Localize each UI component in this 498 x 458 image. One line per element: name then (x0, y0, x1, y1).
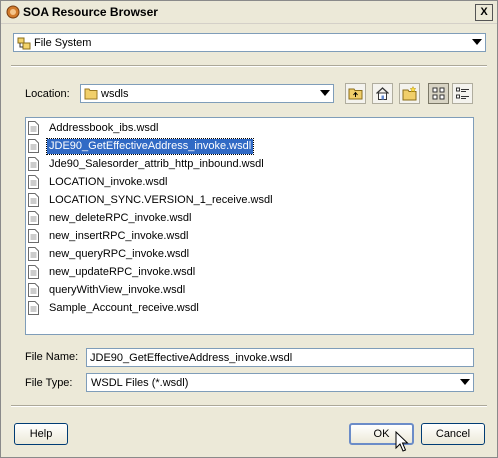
cancel-button[interactable]: Cancel (421, 423, 485, 445)
list-view-button[interactable] (428, 83, 449, 104)
file-name-text: new_queryRPC_invoke.wsdl (49, 248, 190, 260)
details-view-button[interactable] (452, 83, 473, 104)
folder-icon (84, 88, 98, 100)
home-button[interactable] (372, 83, 393, 104)
up-one-level-button[interactable] (345, 83, 366, 104)
file-name-value: JDE90_GetEffectiveAddress_invoke.wsdl (90, 352, 293, 364)
home-icon (376, 87, 389, 100)
file-list[interactable]: Addressbook_ibs.wsdl JDE90_GetEffectiveAd… (25, 117, 474, 335)
file-name-text: new_updateRPC_invoke.wsdl (49, 266, 196, 278)
separator (11, 405, 487, 407)
file-icon (28, 121, 39, 135)
file-icon (28, 247, 39, 261)
help-button[interactable]: Help (14, 423, 68, 445)
location-value: wsdls (101, 88, 129, 100)
file-icon (28, 283, 39, 297)
app-icon (6, 5, 20, 19)
file-name-text: Sample_Account_receive.wsdl (49, 302, 199, 314)
details-view-icon (456, 87, 469, 99)
mouse-cursor-icon (395, 431, 409, 452)
window-title: SOA Resource Browser (23, 5, 158, 19)
file-name-text: Addressbook_ibs.wsdl (49, 122, 159, 134)
file-icon (28, 157, 39, 171)
file-name-text: Jde90_Salesorder_attrib_http_inbound.wsd… (49, 158, 264, 170)
file-name-text: new_insertRPC_invoke.wsdl (49, 230, 189, 242)
file-name-text: LOCATION_SYNC.VERSION_1_receive.wsdl (49, 194, 273, 206)
file-name-text: queryWithView_invoke.wsdl (49, 284, 186, 296)
resource-type-value: File System (34, 37, 92, 49)
location-label: Location: (25, 88, 70, 100)
file-name-input[interactable]: JDE90_GetEffectiveAddress_invoke.wsdl (86, 348, 474, 367)
file-icon (28, 265, 39, 279)
resource-type-select[interactable]: File System (13, 33, 486, 52)
file-icon (28, 139, 39, 153)
chevron-down-icon[interactable] (320, 90, 330, 96)
file-name-label: File Name: (25, 351, 79, 363)
close-button[interactable]: X (475, 4, 493, 21)
file-type-label: File Type: (25, 377, 73, 389)
soa-resource-browser-dialog: SOA Resource Browser X File System Locat… (0, 0, 498, 458)
file-icon (28, 175, 39, 189)
file-name-text: new_deleteRPC_invoke.wsdl (49, 212, 192, 224)
chevron-down-icon[interactable] (472, 39, 482, 45)
new-folder-button[interactable] (399, 83, 420, 104)
location-select[interactable]: wsdls (80, 84, 334, 103)
file-icon (28, 193, 39, 207)
file-icon (28, 301, 39, 315)
file-type-value: WSDL Files (*.wsdl) (91, 377, 189, 389)
file-system-icon (17, 37, 31, 50)
file-name-text: JDE90_GetEffectiveAddress_invoke.wsdl (45, 138, 255, 155)
separator (11, 65, 487, 67)
file-name-text: LOCATION_invoke.wsdl (49, 176, 168, 188)
file-type-select[interactable]: WSDL Files (*.wsdl) (86, 373, 474, 392)
chevron-down-icon[interactable] (460, 379, 470, 385)
title-bar[interactable]: SOA Resource Browser X (1, 1, 497, 24)
folder-up-icon (348, 88, 363, 100)
new-folder-icon (402, 86, 417, 101)
file-icon (28, 229, 39, 243)
list-view-icon (432, 87, 445, 100)
file-icon (28, 211, 39, 225)
